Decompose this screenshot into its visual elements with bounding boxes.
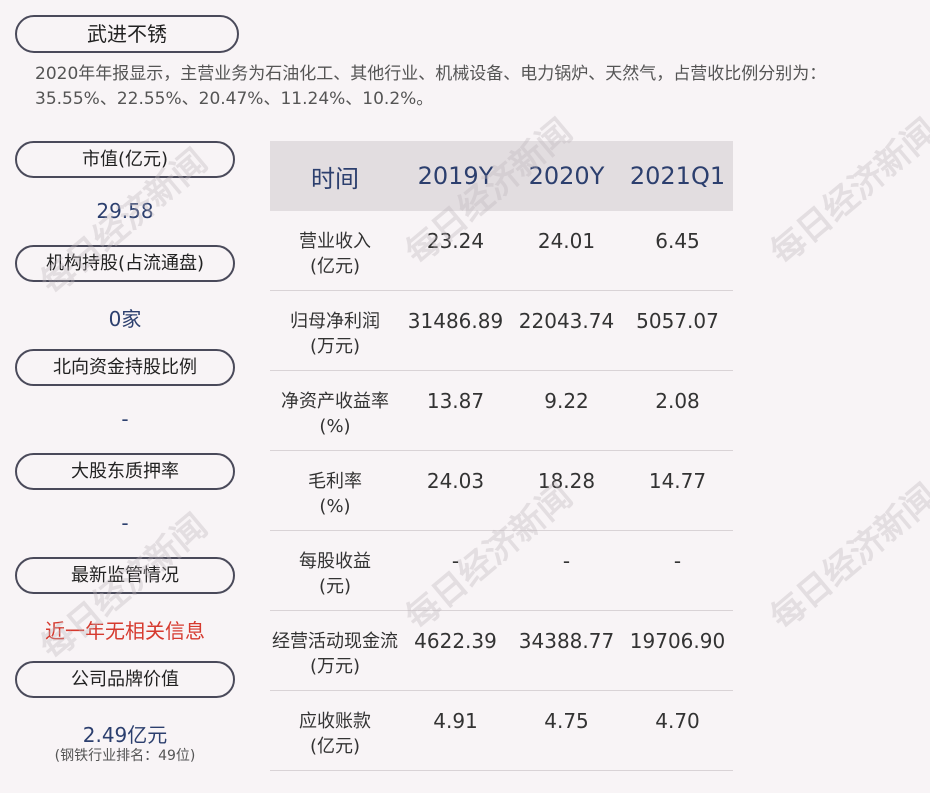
header-time: 时间 <box>311 164 359 193</box>
row-label-unit: (%) <box>319 496 351 517</box>
financial-table: 时间 2019Y 2020Y 2021Q1 营业收入 (亿元) 23.24 24.01… <box>270 141 733 771</box>
row-label-unit: (万元) <box>309 656 361 677</box>
header-2021q1: 2021Q1 <box>629 162 726 190</box>
row-value: 24.03 <box>426 469 485 493</box>
row-label-unit: (%) <box>319 416 351 437</box>
row-value: - <box>562 549 571 573</box>
institution-holding-value: 0家 <box>108 307 142 331</box>
row-label: 净资产收益率 (%) <box>270 371 400 439</box>
row-value: 2.08 <box>655 389 700 413</box>
header-2020y: 2020Y <box>528 162 605 190</box>
row-value: 22043.74 <box>518 309 615 333</box>
row-label: 每股收益 (元) <box>270 531 400 599</box>
table-row: 净资产收益率 (%) 13.87 9.22 2.08 <box>270 371 733 451</box>
table-row: 毛利率 (%) 24.03 18.28 14.77 <box>270 451 733 531</box>
pledge-ratio-label: 大股东质押率 <box>15 453 235 490</box>
row-value: 19706.90 <box>629 629 726 653</box>
row-label-unit: (万元) <box>309 336 361 357</box>
row-value: 4.70 <box>655 709 700 733</box>
regulation-value: 近一年无相关信息 <box>45 619 205 643</box>
row-value: 34388.77 <box>518 629 615 653</box>
row-label: 经营活动现金流 (万元) <box>270 611 400 679</box>
northbound-ratio-value: - <box>121 407 129 431</box>
northbound-ratio-label: 北向资金持股比例 <box>15 349 235 386</box>
row-label: 归母净利润 (万元) <box>270 291 400 359</box>
row-value: 13.87 <box>426 389 485 413</box>
row-label-unit: (亿元) <box>309 256 361 277</box>
table-header: 时间 2019Y 2020Y 2021Q1 <box>270 141 733 211</box>
row-value: - <box>673 549 682 573</box>
row-value: 24.01 <box>537 229 596 253</box>
row-value: 23.24 <box>426 229 485 253</box>
pledge-ratio-value: - <box>121 511 129 535</box>
row-value: 18.28 <box>537 469 596 493</box>
row-label-name: 经营活动现金流 <box>272 631 398 652</box>
row-value: 4622.39 <box>414 629 497 653</box>
row-label-name: 毛利率 <box>308 471 362 492</box>
table-row: 营业收入 (亿元) 23.24 24.01 6.45 <box>270 211 733 291</box>
row-label: 应收账款 (亿元) <box>270 691 400 759</box>
brand-value-label: 公司品牌价值 <box>15 661 235 698</box>
row-label-unit: (亿元) <box>309 736 361 757</box>
row-label-unit: (元) <box>318 576 352 597</box>
company-name-pill: 武进不锈 <box>15 15 239 53</box>
row-value: 14.77 <box>648 469 707 493</box>
row-label-name: 营业收入 <box>299 231 371 252</box>
row-value: - <box>451 549 460 573</box>
table-row: 归母净利润 (万元) 31486.89 22043.74 5057.07 <box>270 291 733 371</box>
row-value: 31486.89 <box>407 309 504 333</box>
watermark: 每日经济新闻 <box>763 111 930 274</box>
row-label-name: 归母净利润 <box>290 311 380 332</box>
market-cap-value: 29.58 <box>96 199 154 223</box>
row-value: 6.45 <box>655 229 700 253</box>
row-label-name: 应收账款 <box>299 711 371 732</box>
business-summary: 2020年年报显示，主营业务为石油化工、其他行业、机械设备、电力锅炉、天然气，占… <box>35 64 827 109</box>
row-value: 5057.07 <box>636 309 719 333</box>
institution-holding-label: 机构持股(占流通盘) <box>15 245 235 282</box>
row-value: 4.91 <box>433 709 478 733</box>
table-row: 经营活动现金流 (万元) 4622.39 34388.77 19706.90 <box>270 611 733 691</box>
brand-value: 2.49亿元 <box>82 723 168 747</box>
regulation-label: 最新监管情况 <box>15 557 235 594</box>
row-label-name: 每股收益 <box>299 551 371 572</box>
row-value: 9.22 <box>544 389 589 413</box>
table-row: 每股收益 (元) - - - <box>270 531 733 611</box>
row-value: 4.75 <box>544 709 589 733</box>
table-row: 应收账款 (亿元) 4.91 4.75 4.70 <box>270 691 733 771</box>
row-label: 毛利率 (%) <box>270 451 400 519</box>
row-label: 营业收入 (亿元) <box>270 211 400 279</box>
row-label-name: 净资产收益率 <box>281 391 389 412</box>
header-2019y: 2019Y <box>417 162 494 190</box>
brand-rank-note: (钢铁行业排名：49位) <box>54 748 196 764</box>
market-cap-label: 市值(亿元) <box>15 141 235 178</box>
watermark: 每日经济新闻 <box>763 476 930 639</box>
